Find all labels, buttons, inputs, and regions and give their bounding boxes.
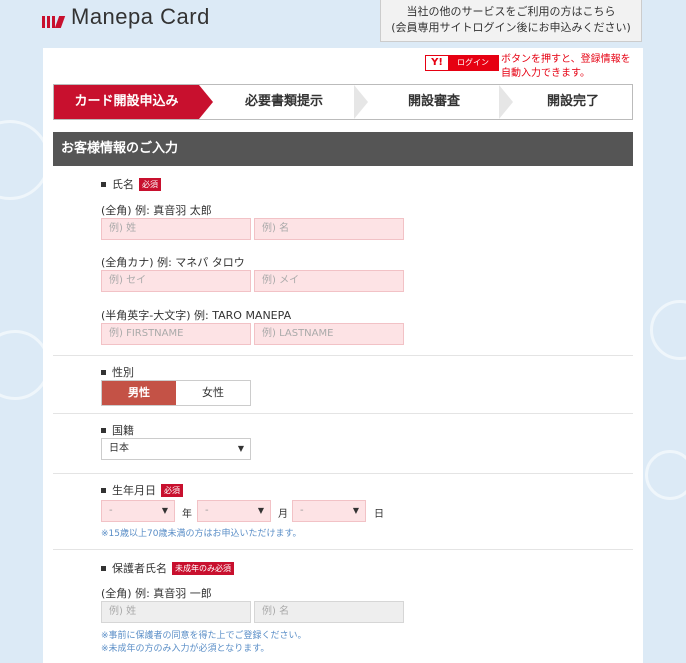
bullet-icon (101, 427, 106, 433)
guardian-last-name-input[interactable]: 例) 姓 (101, 601, 251, 623)
progress-steps: カード開設申込み 必要書類提示 開設審査 開設完了 (53, 84, 633, 120)
birth-month-select[interactable]: - ▼ (197, 500, 271, 522)
gender-label-text: 性別 (112, 366, 134, 379)
guardian-row: 保護者氏名 未成年のみ必須 (全角) 例: 真音羽 一郎 例) 姓 例) 名 ※… (53, 550, 633, 663)
yahoo-login-note: ボタンを押すと、登録情報を 自動入力できます。 (501, 53, 631, 81)
step-arrow-icon (354, 85, 368, 119)
name-label: 氏名 必須 (101, 176, 161, 192)
step-arrow-icon (499, 85, 513, 119)
yahoo-login-button[interactable]: Y! ログイン (425, 55, 499, 71)
gender-label: 性別 (101, 364, 134, 380)
background-decoration (645, 450, 686, 500)
manepa-logo[interactable]: Manepa Card (42, 4, 210, 30)
chevron-down-icon: ▼ (161, 506, 168, 515)
minor-required-badge: 未成年のみ必須 (172, 561, 234, 575)
birth-day-value: - (300, 505, 304, 516)
background-decoration (650, 300, 686, 360)
kana-last-name-input[interactable]: 例) セイ (101, 270, 251, 292)
nationality-label: 国籍 (101, 422, 134, 438)
yahoo-login-row: Y! ログイン ボタンを押すと、登録情報を 自動入力できます。 (425, 51, 640, 79)
roman-last-name-input[interactable]: 例) FIRSTNAME (101, 323, 251, 345)
step-arrow-icon (199, 85, 213, 119)
birthdate-row: 生年月日 必須 - ▼ 年 - ▼ 月 - ▼ 日 ※15歳以上70歳未満の方は… (53, 474, 633, 550)
nationality-select[interactable]: 日本 ▼ (101, 438, 251, 460)
gender-row: 性別 男性 女性 (53, 356, 633, 414)
age-note: ※15歳以上70歳未満の方はお申込いただけます。 (101, 529, 302, 539)
required-badge: 必須 (161, 483, 183, 497)
kanji-hint: (全角) 例: 真音羽 太郎 (101, 204, 212, 217)
bullet-icon (101, 487, 106, 493)
birth-month-value: - (205, 505, 209, 516)
nationality-row: 国籍 日本 ▼ (53, 414, 633, 474)
chevron-down-icon: ▼ (237, 444, 244, 453)
gender-male-option[interactable]: 男性 (102, 381, 176, 405)
step-complete: 開設完了 (546, 94, 599, 109)
day-unit: 日 (374, 509, 384, 520)
name-row: 氏名 必須 (全角) 例: 真音羽 太郎 例) 姓 例) 名 (全角カナ) 例:… (53, 166, 633, 356)
form-panel: Y! ログイン ボタンを押すと、登録情報を 自動入力できます。 カード開設申込み… (43, 48, 643, 663)
guardian-first-name-input[interactable]: 例) 名 (254, 601, 404, 623)
chevron-down-icon: ▼ (352, 506, 359, 515)
step-documents: 必要書類提示 (244, 94, 323, 109)
other-service-login-link[interactable]: 当社の他のサービスをご利用の方はこちら (会員専用サイトログイン後にお申込みくだ… (380, 0, 642, 42)
birthdate-label-text: 生年月日 (112, 484, 156, 497)
chevron-down-icon: ▼ (257, 506, 264, 515)
guardian-note-1: ※事前に保護者の同意を得た上でご登録ください。 (101, 631, 307, 641)
bullet-icon (101, 565, 106, 571)
guardian-hint: (全角) 例: 真音羽 一郎 (101, 587, 212, 600)
guardian-label-text: 保護者氏名 (112, 562, 167, 575)
bullet-icon (101, 181, 106, 187)
gender-female-option[interactable]: 女性 (176, 381, 250, 405)
gender-toggle: 男性 女性 (101, 380, 251, 406)
guardian-label: 保護者氏名 未成年のみ必須 (101, 560, 234, 576)
roman-first-name-input[interactable]: 例) LASTNAME (254, 323, 404, 345)
kanji-first-name-input[interactable]: 例) 名 (254, 218, 404, 240)
logo-mark-icon (42, 6, 66, 28)
yahoo-login-label: ログイン (448, 56, 498, 70)
section-title: お客様情報のご入力 (53, 132, 633, 166)
month-unit: 月 (278, 509, 288, 520)
kana-first-name-input[interactable]: 例) メイ (254, 270, 404, 292)
guardian-note-2: ※未成年の方のみ入力が必須となります。 (101, 644, 270, 654)
birthdate-label: 生年月日 必須 (101, 482, 183, 498)
nationality-value: 日本 (109, 443, 129, 454)
roman-hint: (半角英字-大文字) 例: TARO MANEPA (101, 309, 292, 322)
birth-year-select[interactable]: - ▼ (101, 500, 175, 522)
other-service-line2: (会員専用サイトログイン後にお申込みください) (391, 21, 631, 34)
bullet-icon (101, 369, 106, 375)
yahoo-note-line2: 自動入力できます。 (501, 68, 590, 79)
logo-text: Manepa Card (71, 4, 210, 29)
page-header: Manepa Card 当社の他のサービスをご利用の方はこちら (会員専用サイト… (0, 0, 686, 48)
required-badge: 必須 (139, 177, 161, 191)
kana-hint: (全角カナ) 例: マネパ タロウ (101, 256, 245, 269)
step-application: カード開設申込み (54, 85, 199, 119)
step-review: 開設審査 (407, 94, 460, 109)
other-service-line1: 当社の他のサービスをご利用の方はこちら (406, 5, 616, 18)
birth-day-select[interactable]: - ▼ (292, 500, 366, 522)
yahoo-note-line1: ボタンを押すと、登録情報を (501, 54, 631, 65)
birth-year-value: - (109, 505, 113, 516)
yahoo-logo-icon: Y! (431, 57, 443, 68)
kanji-last-name-input[interactable]: 例) 姓 (101, 218, 251, 240)
name-label-text: 氏名 (112, 178, 134, 191)
year-unit: 年 (182, 509, 192, 520)
nationality-label-text: 国籍 (112, 424, 134, 437)
